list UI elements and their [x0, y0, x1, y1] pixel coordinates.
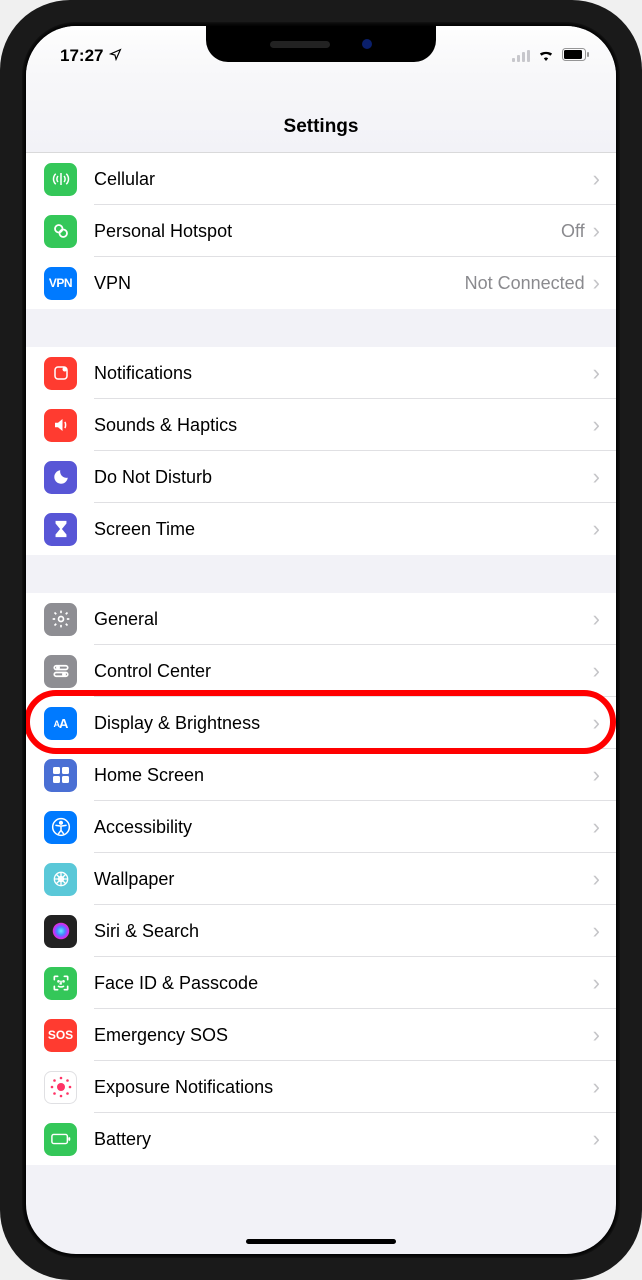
device-inner: 17:27 Settings — [22, 22, 620, 1258]
group-separator — [26, 555, 616, 593]
row-hotspot[interactable]: Personal Hotspot Off › — [26, 205, 616, 257]
row-label: Cellular — [94, 169, 593, 190]
row-label: Sounds & Haptics — [94, 415, 593, 436]
chevron-right-icon: › — [593, 606, 600, 632]
chevron-right-icon: › — [593, 918, 600, 944]
group-separator — [26, 309, 616, 347]
chevron-right-icon: › — [593, 1022, 600, 1048]
row-label: Personal Hotspot — [94, 221, 561, 242]
notifications-icon — [44, 357, 77, 390]
nav-header: Settings — [26, 76, 616, 153]
chevron-right-icon: › — [593, 1126, 600, 1152]
row-dnd[interactable]: Do Not Disturb › — [26, 451, 616, 503]
chevron-right-icon: › — [593, 516, 600, 542]
row-home-screen[interactable]: Home Screen › — [26, 749, 616, 801]
row-general[interactable]: General › — [26, 593, 616, 645]
dnd-icon — [44, 461, 77, 494]
row-label: Do Not Disturb — [94, 467, 593, 488]
row-wallpaper[interactable]: Wallpaper › — [26, 853, 616, 905]
row-label: Exposure Notifications — [94, 1077, 593, 1098]
chevron-right-icon: › — [593, 412, 600, 438]
row-sounds[interactable]: Sounds & Haptics › — [26, 399, 616, 451]
chevron-right-icon: › — [593, 270, 600, 296]
exposure-icon — [44, 1071, 77, 1104]
sounds-icon — [44, 409, 77, 442]
row-faceid[interactable]: Face ID & Passcode › — [26, 957, 616, 1009]
location-icon — [109, 46, 122, 66]
row-exposure[interactable]: Exposure Notifications › — [26, 1061, 616, 1113]
row-cellular[interactable]: Cellular › — [26, 153, 616, 205]
control-center-icon — [44, 655, 77, 688]
sos-icon: SOS — [44, 1019, 77, 1052]
row-vpn[interactable]: VPN VPN Not Connected › — [26, 257, 616, 309]
battery-icon — [562, 46, 590, 66]
notch — [206, 26, 436, 62]
row-label: Battery — [94, 1129, 593, 1150]
faceid-icon — [44, 967, 77, 1000]
row-screentime[interactable]: Screen Time › — [26, 503, 616, 555]
siri-icon — [44, 915, 77, 948]
status-left: 17:27 — [60, 46, 122, 66]
row-label: General — [94, 609, 593, 630]
row-label: Notifications — [94, 363, 593, 384]
hotspot-icon — [44, 215, 77, 248]
row-label: Home Screen — [94, 765, 593, 786]
chevron-right-icon: › — [593, 970, 600, 996]
chevron-right-icon: › — [593, 658, 600, 684]
row-detail: Not Connected — [465, 273, 585, 294]
row-accessibility[interactable]: Accessibility › — [26, 801, 616, 853]
page-title: Settings — [26, 116, 616, 138]
row-label: Wallpaper — [94, 869, 593, 890]
screentime-icon — [44, 513, 77, 546]
row-sos[interactable]: SOS Emergency SOS › — [26, 1009, 616, 1061]
row-label: Screen Time — [94, 519, 593, 540]
row-display-brightness[interactable]: AA Display & Brightness › — [26, 697, 616, 749]
general-icon — [44, 603, 77, 636]
row-label: Face ID & Passcode — [94, 973, 593, 994]
chevron-right-icon: › — [593, 360, 600, 386]
home-screen-icon — [44, 759, 77, 792]
chevron-right-icon: › — [593, 166, 600, 192]
screen: 17:27 Settings — [26, 26, 616, 1254]
front-camera — [362, 39, 372, 49]
row-label: Siri & Search — [94, 921, 593, 942]
chevron-right-icon: › — [593, 710, 600, 736]
settings-scroll[interactable]: Cellular › Personal Hotspot Off › VPN VP… — [26, 153, 616, 1254]
row-label: Display & Brightness — [94, 713, 593, 734]
row-notifications[interactable]: Notifications › — [26, 347, 616, 399]
chevron-right-icon: › — [593, 814, 600, 840]
chevron-right-icon: › — [593, 218, 600, 244]
wallpaper-icon — [44, 863, 77, 896]
signal-icon — [512, 50, 530, 62]
display-icon: AA — [44, 707, 77, 740]
speaker-grille — [270, 41, 330, 48]
vpn-icon: VPN — [44, 267, 77, 300]
chevron-right-icon: › — [593, 762, 600, 788]
cellular-icon — [44, 163, 77, 196]
row-label: Emergency SOS — [94, 1025, 593, 1046]
wifi-icon — [537, 46, 555, 66]
row-label: Accessibility — [94, 817, 593, 838]
row-siri[interactable]: Siri & Search › — [26, 905, 616, 957]
home-indicator[interactable] — [246, 1239, 396, 1244]
chevron-right-icon: › — [593, 464, 600, 490]
row-detail: Off — [561, 221, 585, 242]
accessibility-icon — [44, 811, 77, 844]
row-control-center[interactable]: Control Center › — [26, 645, 616, 697]
row-label: VPN — [94, 273, 465, 294]
device-frame: 17:27 Settings — [0, 0, 642, 1280]
status-time: 17:27 — [60, 46, 103, 66]
battery-row-icon — [44, 1123, 77, 1156]
row-label: Control Center — [94, 661, 593, 682]
chevron-right-icon: › — [593, 866, 600, 892]
chevron-right-icon: › — [593, 1074, 600, 1100]
row-battery[interactable]: Battery › — [26, 1113, 616, 1165]
status-right — [512, 46, 590, 66]
